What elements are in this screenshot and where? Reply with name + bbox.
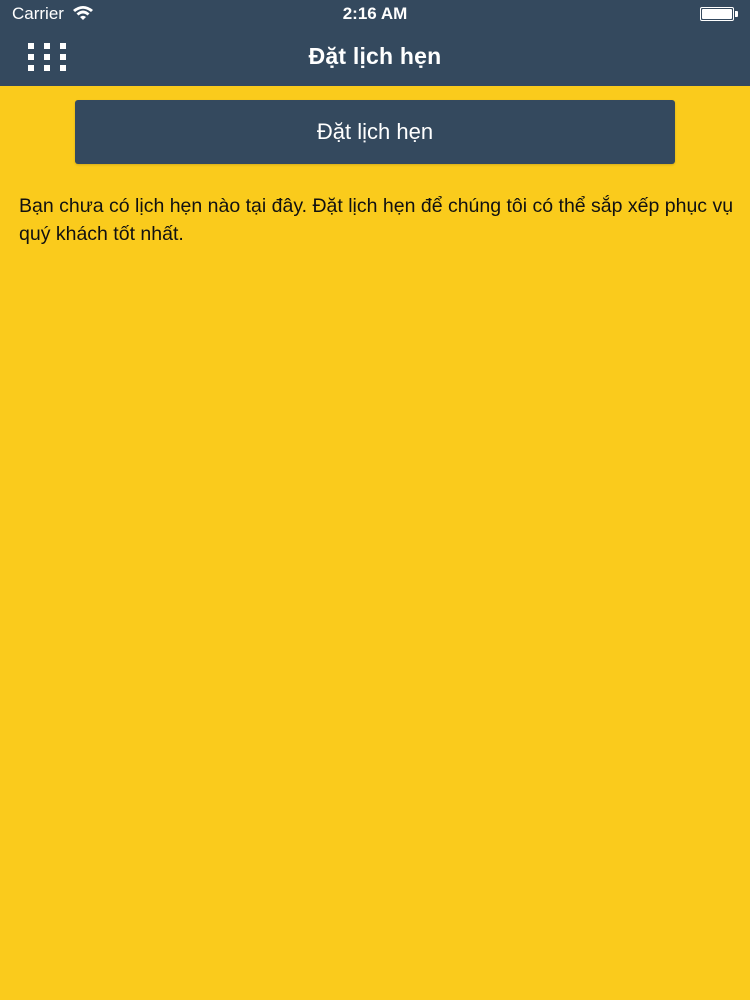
navigation-bar: Đặt lịch hẹn xyxy=(0,28,750,86)
page-title: Đặt lịch hẹn xyxy=(308,43,442,69)
status-time: 2:16 AM xyxy=(342,4,408,23)
battery-level-fill xyxy=(702,9,732,19)
battery-icon xyxy=(700,7,738,21)
empty-state-message: Bạn chưa có lịch hẹn nào tại đây. Đặt lị… xyxy=(19,195,734,245)
status-bar: Carrier 2:16 AM xyxy=(0,0,750,28)
book-appointment-button[interactable]: Đặt lịch hẹn xyxy=(75,100,675,164)
